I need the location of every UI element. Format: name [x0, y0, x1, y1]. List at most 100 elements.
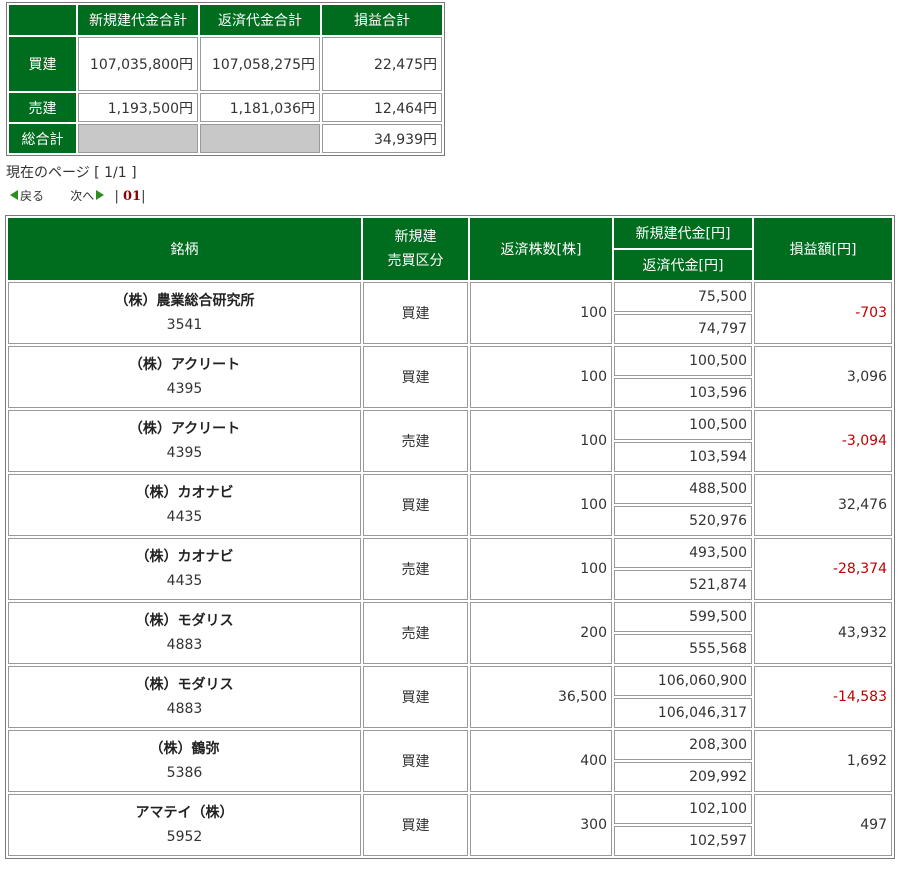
summary-table: 新規建代金合計 返済代金合計 損益合計 買建 107,035,800円 107,… [6, 2, 445, 156]
new-amount: 493,500 [614, 538, 752, 568]
table-row: （株）カオナビ 4435 売建 100 493,500 -28,374 [8, 538, 892, 600]
profit-loss: 3,096 [754, 346, 892, 408]
trade-side: 買建 [363, 346, 468, 408]
page-separator: | [114, 189, 119, 204]
header-side: 新規建 売買区分 [363, 218, 468, 280]
stock-name: （株）アクリート [128, 421, 241, 437]
table-row: （株）アクリート 4395 買建 100 100,500 3,096 [8, 346, 892, 408]
summary-label-grand-total: 総合計 [9, 124, 76, 153]
new-amount: 106,060,900 [614, 666, 752, 696]
stock-code: 4395 [166, 445, 203, 461]
trade-side: 買建 [363, 282, 468, 344]
table-row: （株）アクリート 4395 売建 100 100,500 -3,094 [8, 410, 892, 472]
new-amount: 599,500 [614, 602, 752, 632]
summary-buy-new-total: 107,035,800円 [78, 37, 198, 91]
summary-grand-new-total-empty [78, 124, 198, 153]
summary-label-sell: 売建 [9, 93, 76, 122]
summary-label-buy: 買建 [9, 37, 76, 91]
summary-buy-pl-total: 22,475円 [322, 37, 442, 91]
repay-qty: 200 [470, 602, 612, 664]
profit-loss: -703 [754, 282, 892, 344]
new-amount: 102,100 [614, 794, 752, 824]
stock-name: （株）アクリート [128, 357, 241, 373]
summary-corner [9, 5, 76, 35]
table-row: アマテイ（株） 5952 買建 300 102,100 497 [8, 794, 892, 856]
stock-cell: （株）アクリート 4395 [8, 410, 361, 472]
repay-amount: 74,797 [614, 314, 752, 344]
stock-name: アマテイ（株） [135, 805, 234, 821]
stock-code: 4435 [166, 573, 203, 589]
table-row: （株）カオナビ 4435 買建 100 488,500 32,476 [8, 474, 892, 536]
profit-loss: 1,692 [754, 730, 892, 792]
stock-code: 4883 [166, 637, 203, 653]
repay-qty: 100 [470, 538, 612, 600]
repay-amount: 102,597 [614, 826, 752, 856]
header-new-amount: 新規建代金[円] [614, 218, 752, 248]
next-arrow-icon[interactable] [96, 190, 105, 200]
header-name: 銘柄 [8, 218, 361, 280]
stock-cell: （株）カオナビ 4435 [8, 538, 361, 600]
repay-qty: 100 [470, 346, 612, 408]
new-amount: 488,500 [614, 474, 752, 504]
next-link[interactable]: 次へ [70, 189, 94, 203]
back-link[interactable]: 戻る [20, 189, 44, 203]
stock-name: （株）カオナビ [135, 485, 234, 501]
profit-loss: 497 [754, 794, 892, 856]
trade-side: 買建 [363, 474, 468, 536]
stock-cell: （株）農業総合研究所 3541 [8, 282, 361, 344]
profit-loss: 43,932 [754, 602, 892, 664]
stock-code: 4395 [166, 381, 203, 397]
trade-side: 買建 [363, 730, 468, 792]
summary-sell-repay-total: 1,181,036円 [200, 93, 320, 122]
repay-amount: 209,992 [614, 762, 752, 792]
stock-name: （株）モダリス [135, 613, 234, 629]
repay-amount: 521,874 [614, 570, 752, 600]
new-amount: 100,500 [614, 346, 752, 376]
table-row: （株）モダリス 4883 売建 200 599,500 43,932 [8, 602, 892, 664]
header-repay-amount: 返済代金[円] [614, 250, 752, 280]
summary-header-repay-total: 返済代金合計 [200, 5, 320, 35]
stock-name: （株）モダリス [135, 677, 234, 693]
page-separator-end: | [141, 189, 146, 204]
summary-sell-new-total: 1,193,500円 [78, 93, 198, 122]
profit-loss: -28,374 [754, 538, 892, 600]
page-nav: 戻る 次へ | 01| [6, 185, 145, 207]
header-qty: 返済株数[株] [470, 218, 612, 280]
stock-cell: （株）アクリート 4395 [8, 346, 361, 408]
repay-qty: 100 [470, 282, 612, 344]
repay-amount: 555,568 [614, 634, 752, 664]
header-pl: 損益額[円] [754, 218, 892, 280]
repay-qty: 300 [470, 794, 612, 856]
header-side-line1: 新規建 [394, 229, 437, 245]
table-row: （株）農業総合研究所 3541 買建 100 75,500 -703 [8, 282, 892, 344]
stock-code: 3541 [166, 317, 203, 333]
repay-amount: 106,046,317 [614, 698, 752, 728]
table-row: （株）鶴弥 5386 買建 400 208,300 1,692 [8, 730, 892, 792]
stock-code: 4435 [166, 509, 203, 525]
stock-code: 5386 [166, 765, 203, 781]
profit-loss: 32,476 [754, 474, 892, 536]
trade-side: 買建 [363, 794, 468, 856]
summary-grand-pl-total: 34,939円 [322, 124, 442, 153]
summary-header-pl-total: 損益合計 [322, 5, 442, 35]
stock-cell: （株）モダリス 4883 [8, 602, 361, 664]
new-amount: 100,500 [614, 410, 752, 440]
trade-side: 売建 [363, 538, 468, 600]
stock-code: 5952 [166, 829, 203, 845]
new-amount: 75,500 [614, 282, 752, 312]
summary-grand-repay-total-empty [200, 124, 320, 153]
profit-loss: -3,094 [754, 410, 892, 472]
back-arrow-icon[interactable] [10, 190, 18, 200]
table-row: （株）モダリス 4883 買建 36,500 106,060,900 -14,583 [8, 666, 892, 728]
repay-qty: 100 [470, 410, 612, 472]
stock-cell: アマテイ（株） 5952 [8, 794, 361, 856]
stock-name: （株）鶴弥 [149, 741, 220, 757]
summary-sell-pl-total: 12,464円 [322, 93, 442, 122]
repay-qty: 100 [470, 474, 612, 536]
profit-loss: -14,583 [754, 666, 892, 728]
stock-code: 4883 [166, 701, 203, 717]
page-number-link[interactable]: 01 [123, 189, 141, 204]
repay-amount: 103,596 [614, 378, 752, 408]
stock-cell: （株）鶴弥 5386 [8, 730, 361, 792]
repay-amount: 520,976 [614, 506, 752, 536]
